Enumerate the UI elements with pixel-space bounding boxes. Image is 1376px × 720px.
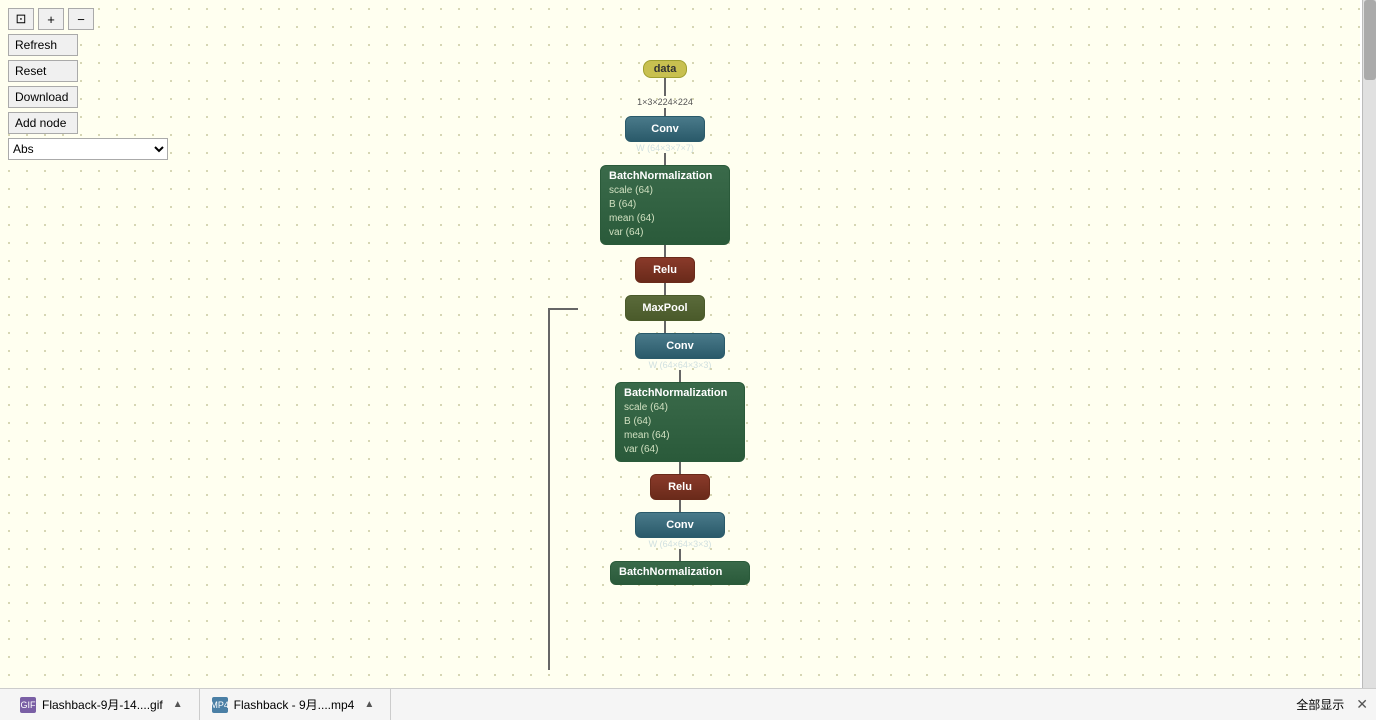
download-button[interactable]: Download: [8, 86, 78, 108]
vertical-scrollbar[interactable]: [1362, 0, 1376, 688]
mp4-chevron-button[interactable]: ▲: [360, 699, 378, 710]
toolbar: ⊡ + − Refresh Reset Download Add node Ab…: [0, 0, 200, 168]
bottom-bar: GIF Flashback-9月-14....gif ▲ MP4 Flashba…: [0, 688, 1376, 720]
show-all-label: 全部显示: [1296, 696, 1344, 713]
node-maxpool[interactable]: MaxPool: [625, 295, 705, 321]
reset-button[interactable]: Reset: [8, 60, 78, 82]
bottom-item-mp4[interactable]: MP4 Flashback - 9月....mp4 ▲: [200, 689, 392, 720]
bottom-item-gif-label: Flashback-9月-14....gif: [42, 696, 163, 713]
nn-graph: data 1×3×224×224 Conv W (64×3×7×7) Batch…: [580, 60, 750, 585]
node-conv3[interactable]: Conv: [635, 512, 725, 538]
node-relu1[interactable]: Relu: [635, 257, 695, 283]
bottom-item-gif[interactable]: GIF Flashback-9月-14....gif ▲: [8, 689, 200, 720]
node-conv1[interactable]: Conv: [625, 116, 705, 142]
add-node-button[interactable]: Add node: [8, 112, 78, 134]
bottom-item-mp4-label: Flashback - 9月....mp4: [234, 696, 355, 713]
node-relu2[interactable]: Relu: [650, 474, 710, 500]
node-conv2[interactable]: Conv: [635, 333, 725, 359]
node-bn2[interactable]: BatchNormalization scale (64) B (64) mea…: [615, 382, 745, 462]
canvas-area[interactable]: data 1×3×224×224 Conv W (64×3×7×7) Batch…: [0, 0, 1360, 688]
refresh-button[interactable]: Refresh: [8, 34, 78, 56]
node-bn1[interactable]: BatchNormalization scale (64) B (64) mea…: [600, 165, 730, 245]
gif-chevron-button[interactable]: ▲: [169, 699, 187, 710]
zoom-out-button[interactable]: −: [68, 8, 94, 30]
scrollbar-thumb[interactable]: [1364, 0, 1376, 80]
node-type-select[interactable]: AbsAddAveragePoolBatchNormalizationConvF…: [8, 138, 168, 160]
bottom-right-controls: 全部显示 ✕: [1296, 696, 1368, 713]
gif-icon: GIF: [20, 697, 36, 713]
bottom-close-button[interactable]: ✕: [1356, 696, 1368, 713]
zoom-in-button[interactable]: +: [38, 8, 64, 30]
edge-label-0: 1×3×224×224: [637, 97, 693, 107]
node-data[interactable]: data: [643, 60, 688, 78]
node-bn3[interactable]: BatchNormalization: [610, 561, 750, 585]
zoom-reset-button[interactable]: ⊡: [8, 8, 34, 30]
mp4-icon: MP4: [212, 697, 228, 713]
